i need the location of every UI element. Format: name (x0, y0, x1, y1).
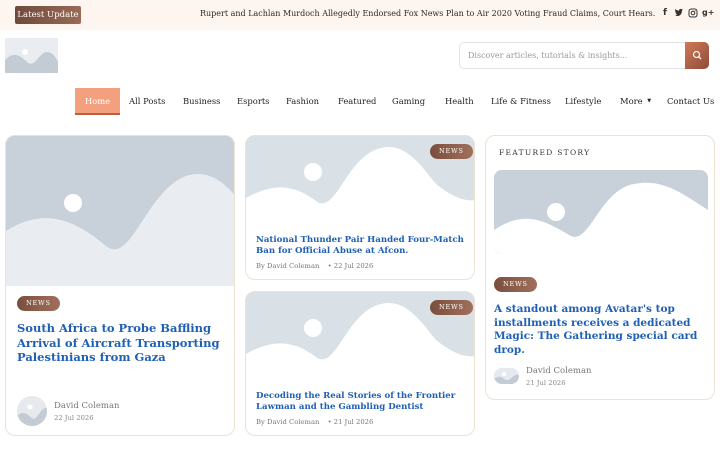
post-title[interactable]: Decoding the Real Stories of the Frontie… (256, 391, 471, 412)
post-date: 21 Jul 2026 (526, 379, 566, 387)
category-badge[interactable]: NEWS (494, 277, 537, 292)
post-meta: By David Coleman • 22 Jul 2026 (256, 262, 373, 270)
search-input[interactable] (461, 44, 683, 67)
nav-home[interactable]: Home (75, 88, 120, 115)
nav-more[interactable]: More ▼ (620, 88, 651, 115)
post-date: 22 Jul 2026 (333, 262, 374, 270)
featured-story-label: FEATURED STORY (499, 148, 591, 157)
nav-gaming[interactable]: Gaming (392, 88, 425, 115)
meta-dot: • (327, 262, 332, 270)
post-card-main[interactable]: NEWS South Africa to Probe Baffling Arri… (5, 135, 235, 436)
search-icon (692, 50, 702, 60)
avatar (17, 396, 47, 426)
nav-featured[interactable]: Featured (338, 88, 376, 115)
news-ticker[interactable]: Rupert and Lachlan Murdoch Allegedly End… (200, 9, 655, 18)
top-bar: Latest Update Rupert and Lachlan Murdoch… (0, 0, 720, 30)
nav-more-label: More (620, 96, 643, 106)
author-name[interactable]: By David Coleman (256, 262, 319, 270)
nav-business[interactable]: Business (183, 88, 220, 115)
category-badge[interactable]: NEWS (17, 296, 60, 311)
post-meta: By David Coleman • 21 Jul 2026 (256, 418, 373, 426)
author-name[interactable]: By David Coleman (256, 418, 319, 426)
post-date: 22 Jul 2026 (54, 414, 94, 422)
post-title[interactable]: National Thunder Pair Handed Four-Match … (256, 235, 471, 256)
post-date: 21 Jul 2026 (333, 418, 374, 426)
nav-life-fitness[interactable]: Life & Fitness (491, 88, 551, 115)
nav-all-posts[interactable]: All Posts (129, 88, 165, 115)
nav-fashion[interactable]: Fashion (286, 88, 319, 115)
featured-image-placeholder (494, 170, 708, 254)
author-name[interactable]: David Coleman (526, 366, 592, 376)
category-badge[interactable]: NEWS (430, 300, 473, 315)
post-card-two[interactable]: NEWS National Thunder Pair Handed Four-M… (245, 135, 475, 280)
chevron-down-icon: ▼ (647, 98, 652, 104)
google-plus-icon[interactable]: g+ (702, 8, 714, 20)
avatar (494, 368, 519, 384)
post-title[interactable]: South Africa to Probe Baffling Arrival o… (17, 321, 227, 365)
featured-title[interactable]: A standout among Avatar's top installmen… (494, 303, 706, 357)
search-box (459, 42, 709, 69)
nav-contact[interactable]: Contact Us (667, 88, 714, 115)
meta-dot: • (327, 418, 332, 426)
facebook-icon[interactable]: f (660, 8, 670, 20)
search-button[interactable] (685, 42, 709, 69)
category-badge[interactable]: NEWS (430, 144, 473, 159)
featured-story-card[interactable]: FEATURED STORY NEWS A standout among Ava… (485, 135, 715, 400)
author-name[interactable]: David Coleman (54, 401, 120, 411)
main-nav: Home All Posts Business Esports Fashion … (0, 88, 720, 116)
post-card-three[interactable]: NEWS Decoding the Real Stories of the Fr… (245, 291, 475, 436)
instagram-icon[interactable] (688, 8, 698, 20)
nav-health[interactable]: Health (445, 88, 474, 115)
nav-lifestyle[interactable]: Lifestyle (565, 88, 601, 115)
post-image-placeholder (6, 136, 234, 286)
site-logo[interactable] (5, 38, 58, 73)
latest-update-button[interactable]: Latest Update (15, 6, 81, 24)
nav-esports[interactable]: Esports (237, 88, 269, 115)
twitter-icon[interactable] (674, 8, 684, 20)
